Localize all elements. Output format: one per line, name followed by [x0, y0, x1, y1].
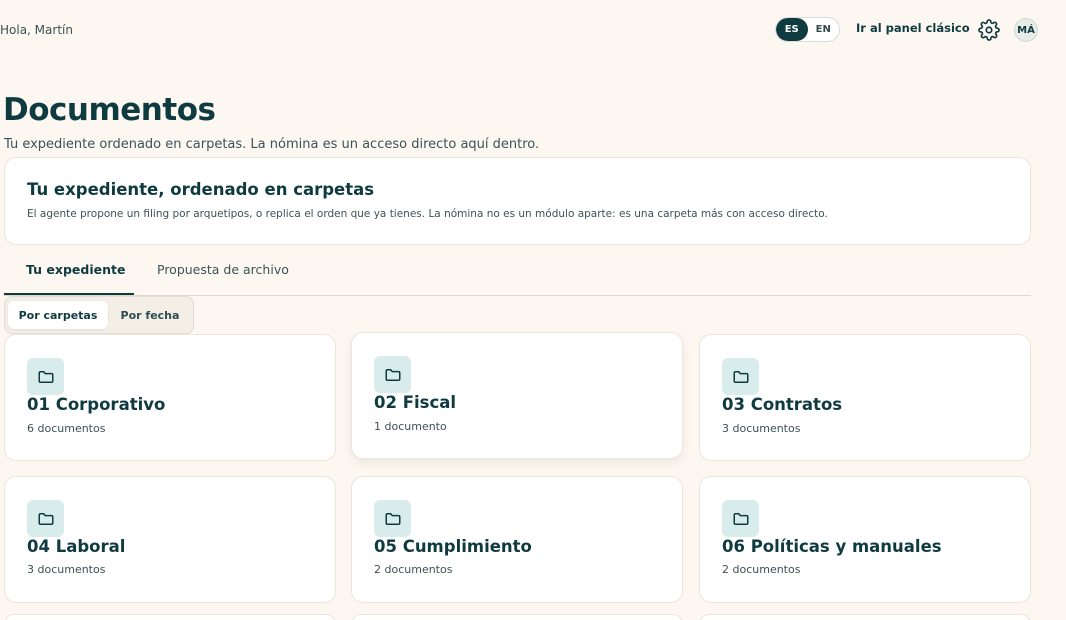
folder-document-count: 3 documentos — [27, 563, 106, 576]
page-subtitle: Tu expediente ordenado en carpetas. La n… — [4, 137, 540, 152]
tab-bar: Tu expediente Propuesta de archivo — [4, 250, 1031, 296]
view-toggle: Por carpetas Por fecha — [4, 296, 194, 334]
folder-document-count: 1 documento — [374, 420, 447, 433]
language-toggle[interactable]: ES EN — [775, 17, 840, 42]
folder-name: 06 Políticas y manuales — [722, 537, 942, 556]
gear-icon[interactable] — [978, 19, 1000, 41]
folder-card[interactable]: 05 Cumplimiento 2 documentos — [351, 476, 683, 603]
folder-document-count: 6 documentos — [27, 422, 106, 435]
view-by-folders-button[interactable]: Por carpetas — [8, 301, 108, 329]
active-tab-indicator — [4, 293, 134, 295]
classic-panel-link[interactable]: Ir al panel clásico — [856, 21, 970, 35]
folder-name: 05 Cumplimiento — [374, 537, 532, 556]
tab-tu-expediente[interactable]: Tu expediente — [26, 262, 125, 277]
folder-icon — [374, 500, 411, 537]
folder-document-count: 3 documentos — [722, 422, 801, 435]
folder-name: 02 Fiscal — [374, 393, 457, 412]
folder-name: 01 Corporativo — [27, 395, 166, 414]
folder-document-count: 2 documentos — [722, 563, 801, 576]
folder-card-partial[interactable] — [351, 614, 683, 620]
folder-name: 03 Contratos — [722, 395, 843, 414]
language-option-en[interactable]: EN — [808, 18, 840, 41]
folder-name: 04 Laboral — [27, 537, 126, 556]
info-banner: Tu expediente, ordenado en carpetas El a… — [4, 157, 1031, 245]
banner-text: El agente propone un filing por arquetip… — [27, 208, 828, 220]
folder-icon — [722, 358, 759, 395]
folder-card[interactable]: 03 Contratos 3 documentos — [699, 334, 1031, 461]
folder-card[interactable]: 01 Corporativo 6 documentos — [4, 334, 336, 461]
greeting-text: Hola, Martín — [0, 23, 73, 37]
page-title: Documentos — [3, 92, 216, 128]
folder-card-partial[interactable] — [699, 614, 1031, 620]
banner-title: Tu expediente, ordenado en carpetas — [27, 180, 375, 199]
folder-card[interactable]: 06 Políticas y manuales 2 documentos — [699, 476, 1031, 603]
folder-icon — [27, 500, 64, 537]
folder-document-count: 2 documentos — [374, 563, 453, 576]
language-option-es[interactable]: ES — [776, 18, 808, 41]
folder-icon — [374, 356, 411, 393]
tab-propuesta-de-archivo[interactable]: Propuesta de archivo — [157, 262, 289, 277]
top-bar: Hola, Martín ES EN Ir al panel clásico M… — [0, 0, 1066, 60]
folder-card[interactable]: 04 Laboral 3 documentos — [4, 476, 336, 603]
folder-icon — [27, 358, 64, 395]
folder-card[interactable]: 02 Fiscal 1 documento — [351, 332, 683, 459]
folder-icon — [722, 500, 759, 537]
folder-card-partial[interactable] — [4, 614, 336, 620]
avatar[interactable]: MÁ — [1014, 18, 1038, 42]
view-by-date-button[interactable]: Por fecha — [111, 301, 189, 329]
